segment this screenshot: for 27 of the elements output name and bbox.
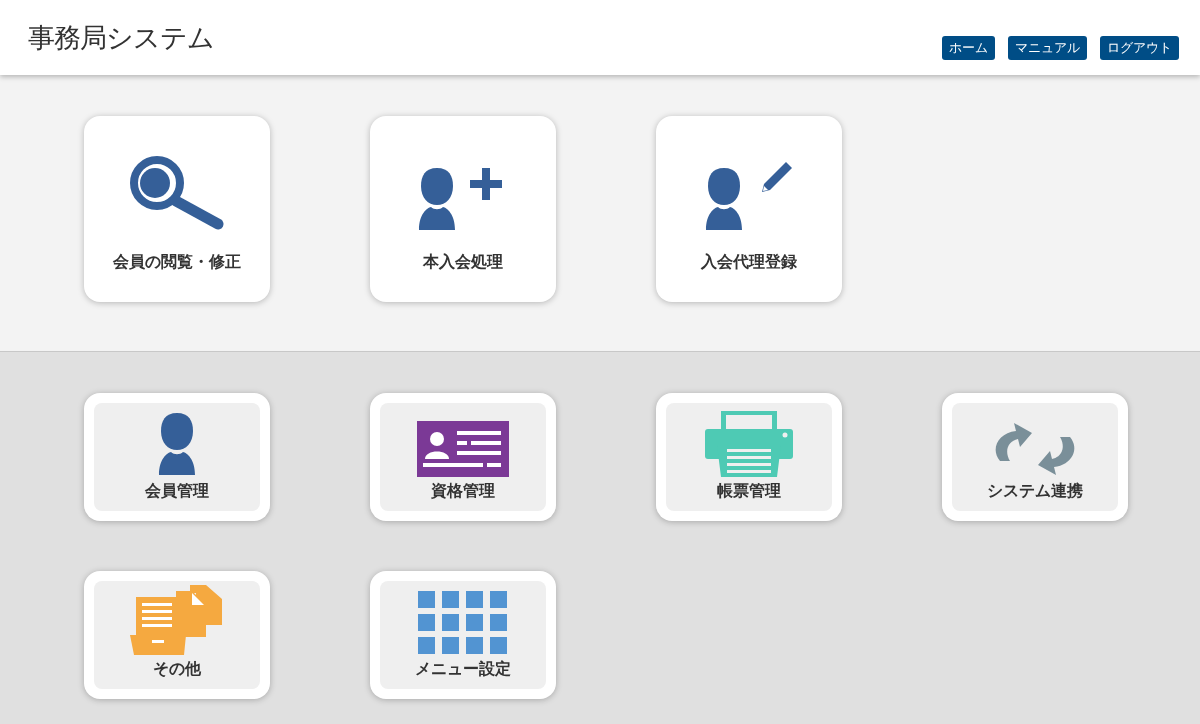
magnifier-icon (130, 156, 224, 230)
header-link[interactable]: ログアウト (1100, 36, 1179, 60)
grid-icon (418, 591, 508, 655)
menu-tile[interactable]: 入会代理登録 (656, 116, 842, 302)
menu-tile[interactable]: 会員管理 (84, 393, 270, 521)
tile-label: メニュー設定 (415, 658, 511, 680)
tile-label: 資格管理 (431, 480, 495, 502)
tile-label: その他 (153, 658, 201, 680)
header-link[interactable]: マニュアル (1008, 36, 1087, 60)
header-link[interactable]: ホーム (942, 36, 995, 60)
tile-label: 入会代理登録 (701, 251, 797, 273)
menu-tile[interactable]: 会員の閲覧・修正 (84, 116, 270, 302)
id-card-icon (417, 421, 509, 477)
file-drawer-icon (130, 585, 224, 655)
menu-tile[interactable]: 資格管理 (370, 393, 556, 521)
tile-label: 会員の閲覧・修正 (113, 251, 241, 273)
menu-tile[interactable]: 帳票管理 (656, 393, 842, 521)
menu-tile[interactable]: 本入会処理 (370, 116, 556, 302)
tile-label: 会員管理 (145, 480, 209, 502)
printer-icon (705, 411, 793, 477)
tile-label: 本入会処理 (423, 251, 503, 273)
tile-label: システム連携 (987, 480, 1083, 502)
tile-label: 帳票管理 (717, 480, 781, 502)
menu-tile[interactable]: システム連携 (942, 393, 1128, 521)
menu-tile[interactable]: その他 (84, 571, 270, 699)
menu-tile[interactable]: メニュー設定 (370, 571, 556, 699)
app-title: 事務局システム (28, 21, 214, 55)
